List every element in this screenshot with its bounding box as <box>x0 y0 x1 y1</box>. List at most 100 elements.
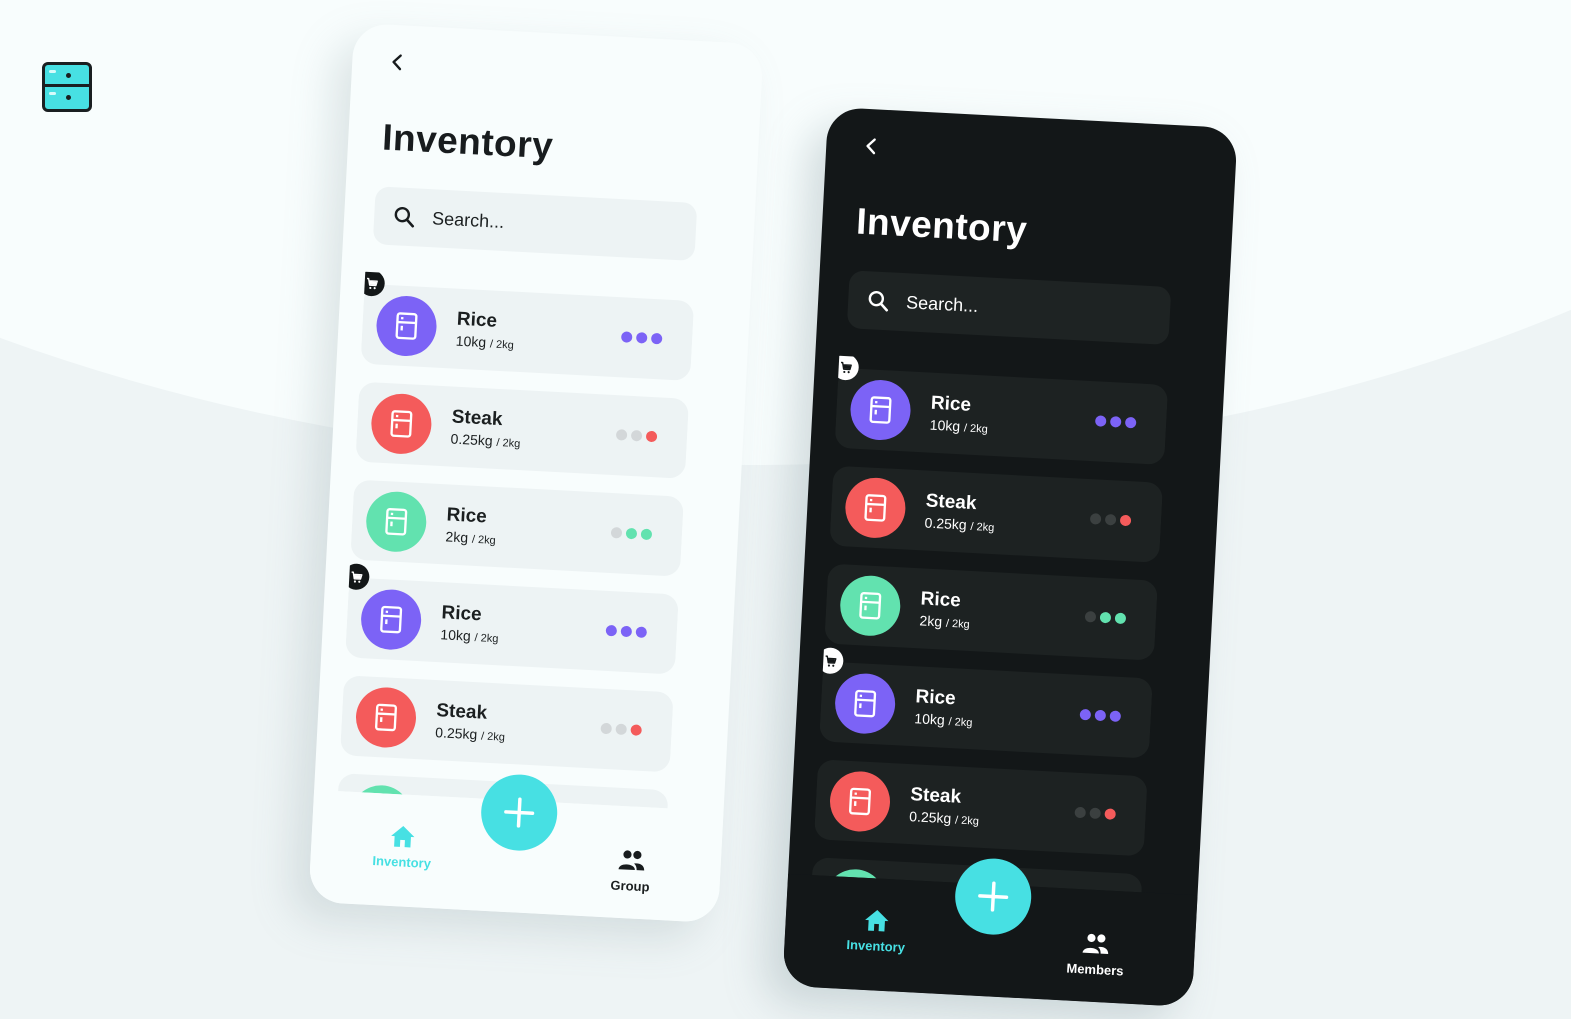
item-quantity: 0.25kg / 2kg <box>924 514 995 534</box>
stock-dot <box>615 429 628 441</box>
list-item[interactable]: Rice 2kg / 2kg <box>350 479 684 577</box>
background-shape <box>0 0 1571 465</box>
item-avatar <box>843 476 907 540</box>
fridge-icon <box>380 605 403 634</box>
cart-badge[interactable] <box>816 647 844 675</box>
list-item[interactable]: Rice 10kg / 2kg <box>832 355 1169 465</box>
stock-dot <box>1084 611 1097 623</box>
item-capacity: / 2kg <box>474 632 499 646</box>
list-item[interactable]: Rice 2kg / 2kg <box>824 563 1158 661</box>
home-icon <box>865 910 889 932</box>
page-title: Inventory <box>855 200 1029 251</box>
item-avatar <box>374 294 439 358</box>
nav-group[interactable]: Group <box>610 846 651 894</box>
stock-dot <box>1109 710 1122 723</box>
dark-phone-screen: Inventory Rice10kg / 2kgSteak0.25kg / 2k… <box>782 106 1238 1008</box>
plus-icon <box>978 881 1009 912</box>
stock-dot <box>635 626 648 639</box>
back-button[interactable] <box>382 46 414 78</box>
item-capacity: / 2kg <box>948 716 973 730</box>
item-amount: 0.25kg <box>908 808 952 827</box>
nav-members[interactable]: Members <box>1066 929 1125 979</box>
item-info: Rice 10kg / 2kg <box>914 686 974 729</box>
cart-icon <box>351 570 363 583</box>
item-name: Rice <box>915 686 957 710</box>
stock-dot <box>1119 514 1132 527</box>
stock-dot <box>1104 513 1117 526</box>
stock-dot <box>635 332 648 344</box>
stock-dot <box>1109 416 1122 428</box>
stock-dot <box>1104 808 1116 820</box>
cart-icon <box>366 277 378 289</box>
item-amount: 2kg <box>919 612 943 630</box>
stock-level-indicator <box>610 527 653 541</box>
list-item[interactable]: Rice 10kg / 2kg <box>342 563 679 675</box>
stock-dot <box>625 527 638 540</box>
list-item[interactable]: Steak 0.25kg / 2kg <box>829 465 1164 563</box>
stock-dot <box>1074 806 1087 819</box>
cart-badge[interactable] <box>832 355 860 381</box>
plus-icon <box>504 797 535 828</box>
stock-level-indicator <box>1089 513 1132 527</box>
item-info: Rice 10kg / 2kg <box>455 309 515 352</box>
stock-dot <box>650 332 663 345</box>
search-icon <box>394 206 415 228</box>
search-bar[interactable] <box>846 270 1172 345</box>
nav-inventory-label: Inventory <box>372 852 432 872</box>
list-item[interactable]: Steak 0.25kg / 2kg <box>813 759 1148 857</box>
inventory-list: Rice 10kg / 2kg Steak 0.25kg / 2kg Rice 2kg /… <box>338 271 695 809</box>
item-avatar <box>838 574 902 638</box>
stock-dot <box>1089 807 1101 820</box>
cart-badge[interactable] <box>358 271 386 297</box>
search-input[interactable] <box>905 291 1127 325</box>
item-name: Steak <box>435 700 488 724</box>
stock-level-indicator <box>600 722 642 736</box>
chevron-left-icon <box>392 54 402 71</box>
item-avatar <box>369 392 433 456</box>
stock-dot <box>605 624 618 637</box>
item-quantity: 0.25kg / 2kg <box>435 724 506 744</box>
item-info: Steak 0.25kg / 2kg <box>450 407 522 451</box>
item-capacity: / 2kg <box>471 533 497 547</box>
list-item[interactable]: Steak 0.25kg / 2kg <box>355 381 690 479</box>
item-amount: 0.25kg <box>434 724 478 743</box>
item-capacity: / 2kg <box>945 617 971 631</box>
fridge-icon <box>385 507 408 536</box>
stock-dot <box>630 429 643 442</box>
list-item[interactable]: Rice 10kg / 2kg <box>816 647 1153 759</box>
stock-dot <box>1079 708 1092 721</box>
list-item[interactable]: Rice 10kg / 2kg <box>358 271 695 381</box>
item-capacity: / 2kg <box>496 436 521 451</box>
search-input[interactable] <box>431 207 653 241</box>
item-info: Steak 0.25kg / 2kg <box>435 700 507 744</box>
item-avatar <box>354 685 418 750</box>
item-capacity: / 2kg <box>489 338 515 352</box>
item-amount: 0.25kg <box>924 514 968 533</box>
item-amount: 10kg <box>440 626 472 644</box>
item-info: Rice 10kg / 2kg <box>440 602 500 645</box>
list-item[interactable]: Steak 0.25kg / 2kg <box>339 675 674 773</box>
cart-badge[interactable] <box>342 563 370 591</box>
item-name: Rice <box>446 504 488 528</box>
search-bar[interactable] <box>372 186 698 261</box>
nav-inventory-label: Inventory <box>846 936 906 956</box>
item-amount: 0.25kg <box>450 430 494 449</box>
nav-members-label: Members <box>1066 960 1124 979</box>
stock-level-indicator <box>620 331 663 345</box>
inventory-list: Rice 10kg / 2kg Steak 0.25kg / 2kg Rice 2kg /… <box>812 355 1169 893</box>
item-name: Rice <box>930 392 972 416</box>
drawer-cabinet-icon <box>42 62 92 112</box>
item-info: Rice 2kg / 2kg <box>445 504 497 547</box>
fridge-icon <box>854 689 877 718</box>
item-quantity: 10kg / 2kg <box>929 417 988 436</box>
stock-level-indicator <box>1079 708 1122 723</box>
back-button[interactable] <box>856 130 888 162</box>
item-quantity: 10kg / 2kg <box>455 333 514 352</box>
home-icon <box>391 826 415 848</box>
item-name: Rice <box>456 308 498 332</box>
fridge-icon <box>848 787 872 816</box>
nav-inventory[interactable]: Inventory <box>846 905 907 955</box>
item-quantity: 10kg / 2kg <box>440 626 499 645</box>
stock-dot <box>1094 709 1107 722</box>
nav-inventory[interactable]: Inventory <box>372 821 433 871</box>
